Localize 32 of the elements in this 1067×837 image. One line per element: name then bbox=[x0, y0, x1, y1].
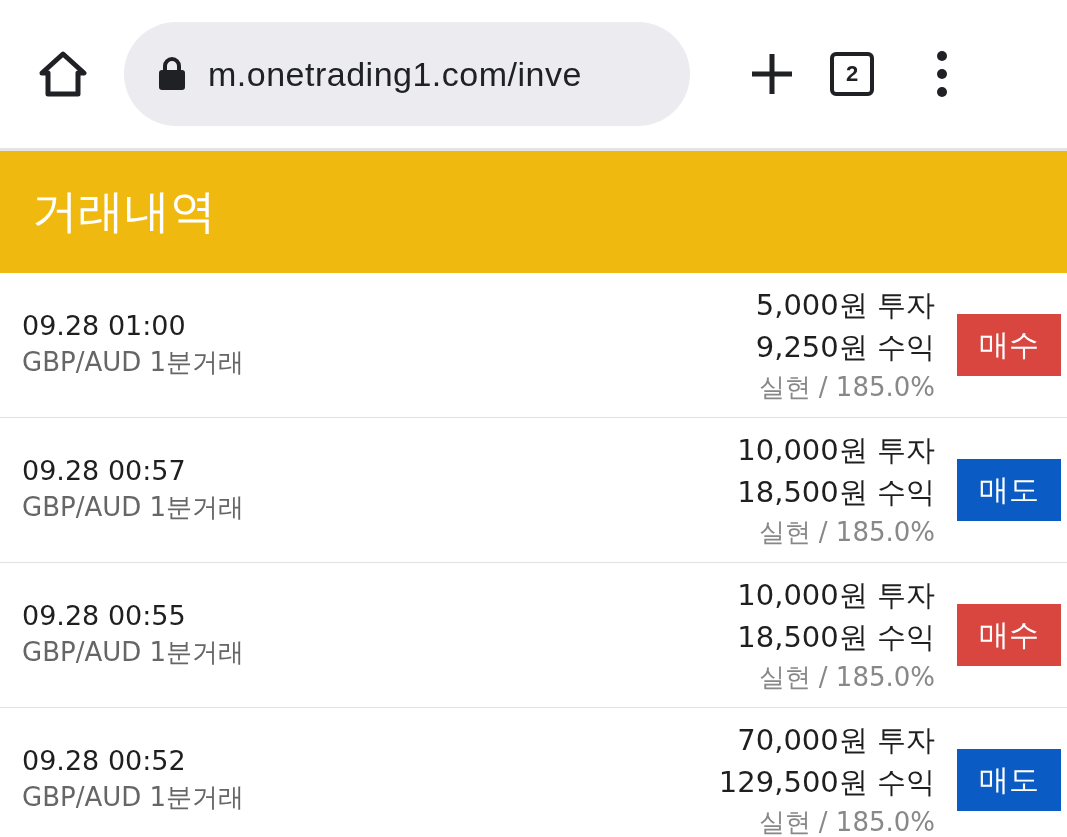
trade-side-badge: 매수 bbox=[957, 314, 1061, 376]
investment-amount: 5,000원 투자 bbox=[755, 286, 935, 324]
investment-amount: 10,000원 투자 bbox=[737, 576, 935, 614]
trade-product: GBP/AUD 1분거래 bbox=[22, 781, 246, 814]
trade-side-badge: 매도 bbox=[957, 749, 1061, 811]
trade-time: 09.28 00:57 bbox=[22, 455, 187, 486]
payout-amount: 129,500원 수익 bbox=[718, 763, 935, 801]
trade-time: 09.28 00:55 bbox=[22, 600, 187, 631]
trade-result: 실현 / 185.0% bbox=[758, 805, 935, 837]
investment-amount: 70,000원 투자 bbox=[737, 721, 935, 759]
trade-time: 09.28 00:52 bbox=[22, 745, 187, 776]
tab-count-button[interactable]: 2 bbox=[830, 52, 874, 96]
trade-side-badge: 매수 bbox=[957, 604, 1061, 666]
payout-amount: 18,500원 수익 bbox=[737, 473, 935, 511]
page-title: 거래내역 bbox=[32, 183, 216, 240]
home-icon[interactable] bbox=[38, 51, 88, 97]
trade-result: 실현 / 185.0% bbox=[758, 660, 935, 694]
payout-amount: 9,250원 수익 bbox=[755, 328, 935, 366]
trade-product: GBP/AUD 1분거래 bbox=[22, 346, 246, 379]
trade-result: 실현 / 185.0% bbox=[758, 515, 935, 549]
trade-side-badge: 매도 bbox=[957, 459, 1061, 521]
trade-result: 실현 / 185.0% bbox=[758, 370, 935, 404]
address-bar[interactable]: m.onetrading1.com/inve bbox=[124, 22, 690, 126]
menu-icon[interactable] bbox=[936, 50, 948, 98]
plus-icon[interactable] bbox=[750, 52, 794, 96]
url-text: m.onetrading1.com/inve bbox=[208, 54, 582, 94]
trade-time: 09.28 01:00 bbox=[22, 310, 187, 341]
payout-amount: 18,500원 수익 bbox=[737, 618, 935, 656]
lock-icon bbox=[158, 57, 186, 91]
trade-product: GBP/AUD 1분거래 bbox=[22, 636, 246, 669]
investment-amount: 10,000원 투자 bbox=[737, 431, 935, 469]
trade-product: GBP/AUD 1분거래 bbox=[22, 491, 246, 524]
